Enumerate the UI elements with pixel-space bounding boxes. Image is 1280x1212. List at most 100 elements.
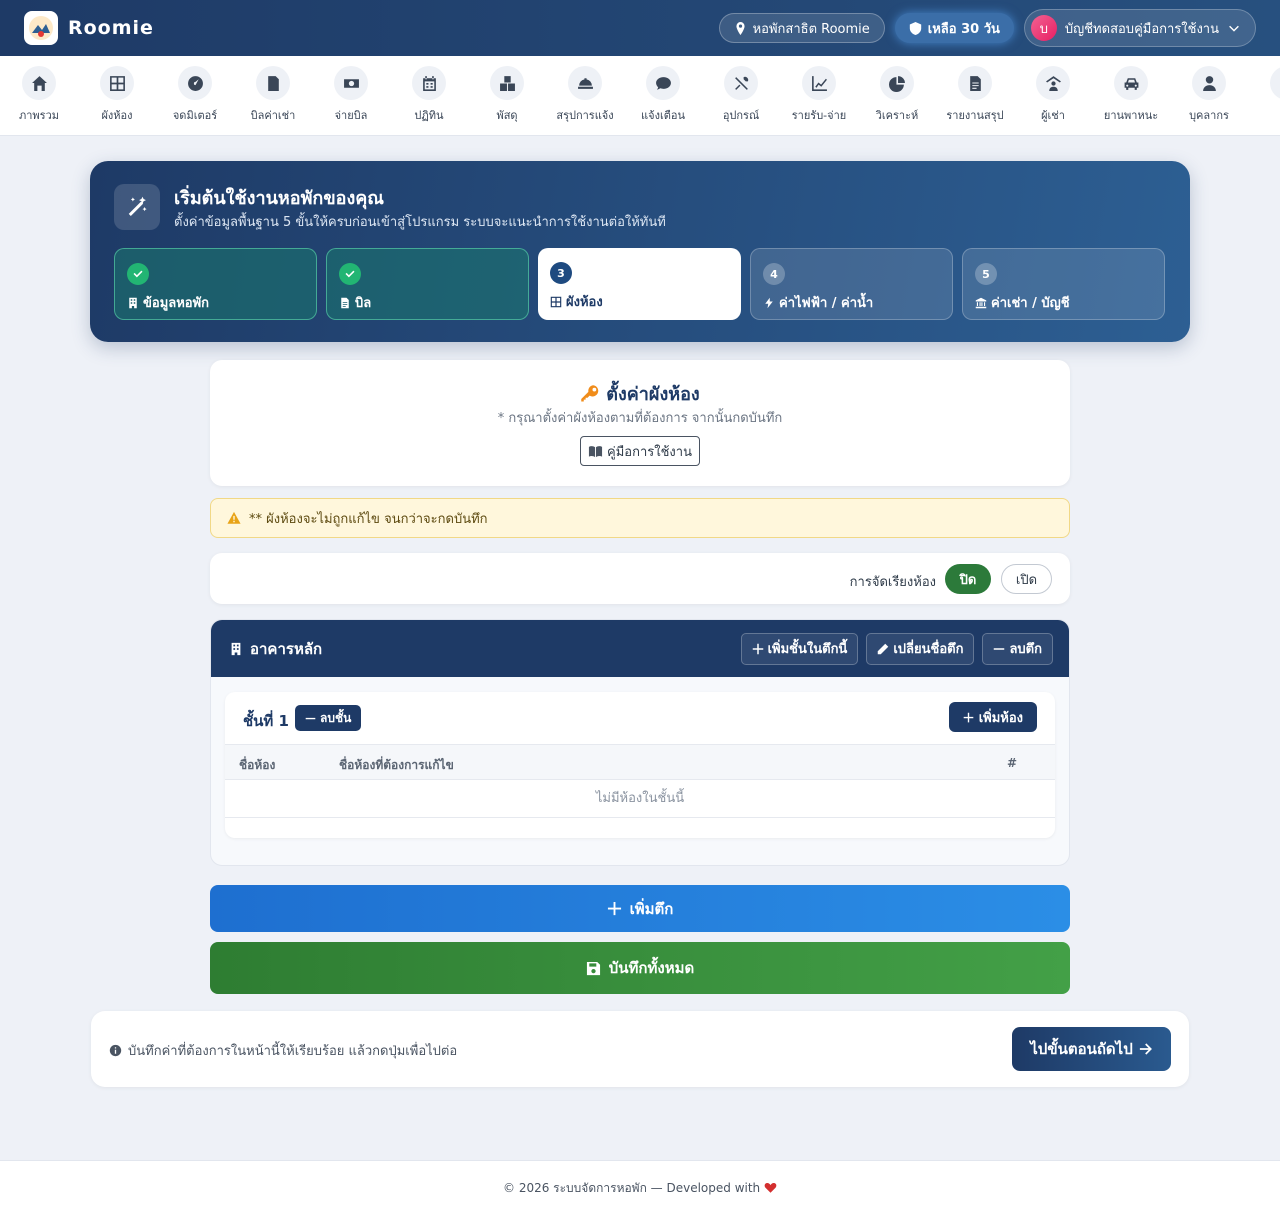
step-dorm-info[interactable]: ข้อมูลหอพัก (114, 248, 317, 320)
logo-house-icon (29, 16, 53, 40)
bank-icon (975, 297, 987, 308)
nav-label: ผู้เช่า (1041, 109, 1065, 122)
room-layout-setup-card: ตั้งค่าผังห้อง * กรุณาตั้งค่าผังห้องตามท… (210, 360, 1070, 486)
room-sort-on-button[interactable]: เปิด (1001, 564, 1052, 594)
room-sort-off-button[interactable]: ปิด (945, 564, 991, 594)
nav-label: แจ้งเตือน (641, 109, 685, 122)
wizard-title: เริ่มต้นใช้งานหอพักของคุณ (174, 188, 384, 209)
magic-wand-icon (128, 196, 147, 216)
nav-item-vehicles[interactable]: ยานพาหนะ (1092, 56, 1170, 135)
step-room-layout[interactable]: 3 ผังห้อง (538, 248, 741, 320)
next-step-hint: บันทึกค่าที่ต้องการในหน้านี้ให้เรียบร้อย… (128, 1044, 458, 1059)
nav-item-parcel[interactable]: พัสดุ (468, 56, 546, 135)
calendar-icon (422, 75, 436, 91)
column-room-rename: ชื่อห้องที่ต้องการแก้ไข (339, 758, 454, 772)
plus-icon (963, 712, 973, 722)
delete-building-button[interactable]: ลบตึก (982, 632, 1053, 665)
tenant-icon (1045, 75, 1061, 91)
delete-floor-label: ลบชั้น (320, 710, 352, 725)
days-remaining: เหลือ 30 วัน (927, 21, 1000, 37)
nav-item-summary-report[interactable]: รายงานสรุป (936, 56, 1014, 135)
money-icon (343, 78, 359, 88)
nav-item-income-expense[interactable]: รายรับ-จ่าย (780, 56, 858, 135)
nav-item-tenants[interactable]: ผู้เช่า (1014, 56, 1092, 135)
step-bill[interactable]: บิล (326, 248, 529, 320)
room-table-header: ชื่อห้อง ชื่อห้องที่ต้องการแก้ไข # (225, 744, 1055, 780)
add-building-button[interactable]: เพิ่มตึก (210, 885, 1070, 932)
building-icon (231, 642, 241, 655)
step-label: บิล (355, 296, 372, 311)
building-name: อาคารหลัก (250, 639, 323, 658)
subscription-days-badge[interactable]: เหลือ 30 วัน (894, 13, 1014, 43)
nav-item-equipment[interactable]: อุปกรณ์ (702, 56, 780, 135)
delete-floor-button[interactable]: ลบชั้น (295, 705, 362, 731)
footer-text: © 2026 ระบบจัดการหอพัก — Developed with (503, 1181, 761, 1195)
nav-item-meter[interactable]: จดมิเตอร์ (156, 56, 234, 135)
roomie-logo[interactable] (24, 11, 58, 45)
wizard-badge (114, 184, 160, 230)
nav-item-staff[interactable]: บุคลากร (1170, 56, 1248, 135)
step-label: ค่าเช่า / บัญชี (991, 296, 1070, 311)
nav-item-more[interactable]: บ (1248, 56, 1280, 135)
add-floor-label: เพิ่มชั้นในตึกนี้ (767, 642, 848, 657)
nav-item-analytics[interactable]: วิเคราะห์ (858, 56, 936, 135)
chat-icon (655, 76, 671, 90)
nav-label: บิลค่าเช่า (250, 109, 296, 122)
save-all-label: บันทึกทั้งหมด (608, 959, 695, 977)
shield-icon (909, 21, 921, 35)
nav-label: ยานพาหนะ (1103, 109, 1159, 122)
step-number-badge: 3 (550, 262, 572, 284)
nav-label: อุปกรณ์ (722, 109, 760, 122)
step-rent-account[interactable]: 5 ค่าเช่า / บัญชี (962, 248, 1165, 320)
add-room-label: เพิ่มห้อง (978, 710, 1023, 726)
user-menu[interactable]: บ บัญชีทดสอบคู่มือการใช้งาน (1023, 9, 1256, 47)
next-step-button[interactable]: ไปขั้นตอนถัดไป (1012, 1027, 1171, 1071)
nav-item-pay-bill[interactable]: จ่ายบิล (312, 56, 390, 135)
nav-item-room-layout[interactable]: ผังห้อง (78, 56, 156, 135)
step-number-badge: 4 (763, 263, 785, 285)
staff-icon (1202, 75, 1216, 91)
nav-label: รายรับ-จ่าย (791, 109, 847, 122)
step-label: ค่าไฟฟ้า / ค่าน้ำ (779, 296, 874, 311)
arrow-right-icon (1139, 1043, 1152, 1055)
column-room-name: ชื่อห้อง (239, 758, 276, 772)
page-footer: © 2026 ระบบจัดการหอพัก — Developed with (0, 1160, 1280, 1212)
nav-item-rent-bill[interactable]: บิลค่าเช่า (234, 56, 312, 135)
nav-item-report-summary[interactable]: สรุปการแจ้ง (546, 56, 624, 135)
invoice-icon (267, 75, 279, 91)
car-icon (1124, 77, 1138, 90)
module-nav: ภาพรวม ผังห้อง จดมิเตอร์ บิลค่าเช่า จ่าย… (0, 56, 1280, 136)
location-pin-icon (736, 21, 745, 35)
next-step-card: บันทึกค่าที่ต้องการในหน้านี้ให้เรียบร้อย… (91, 1011, 1189, 1087)
user-name: บัญชีทดสอบคู่มือการใช้งาน (1064, 21, 1219, 37)
nav-item-calendar[interactable]: ปฏิทิน (390, 56, 468, 135)
add-floor-button[interactable]: เพิ่มชั้นในตึกนี้ (740, 632, 859, 665)
setup-instructions: * กรุณาตั้งค่าผังห้องตามที่ต้องการ จากนั… (497, 411, 783, 426)
nav-label: ภาพรวม (18, 109, 59, 122)
save-all-button[interactable]: บันทึกทั้งหมด (210, 942, 1070, 994)
add-room-button[interactable]: เพิ่มห้อง (948, 702, 1037, 732)
user-guide-label: คู่มือการใช้งาน (607, 444, 692, 460)
warning-text: ** ผังห้องจะไม่ถูกแก้ไข จนกว่าจะกดบันทึก (249, 511, 488, 527)
step-utilities[interactable]: 4 ค่าไฟฟ้า / ค่าน้ำ (750, 248, 953, 320)
home-icon (31, 75, 47, 91)
plus-icon (752, 643, 763, 654)
user-guide-button[interactable]: คู่มือการใช้งาน (580, 436, 700, 466)
building-icon (129, 297, 137, 308)
wizard-steps: ข้อมูลหอพัก บิล 3 ผังห้อง 4 ค่าไฟฟ้า / ค… (114, 248, 1165, 320)
heart-icon (764, 1182, 777, 1193)
dorm-name: หอพักสาธิต Roomie (752, 21, 870, 37)
nav-label: สรุปการแจ้ง (556, 109, 614, 122)
rename-building-button[interactable]: เปลี่ยนชื่อตึก (866, 632, 975, 665)
minus-icon (994, 647, 1005, 650)
building-header: อาคารหลัก เพิ่มชั้นในตึกนี้ เปลี่ยนชื่อต… (211, 620, 1069, 677)
gauge-icon (187, 75, 203, 91)
nav-item-overview[interactable]: ภาพรวม (0, 56, 78, 135)
check-icon (345, 270, 355, 278)
room-sort-label: การจัดเรียงห้อง (849, 575, 936, 590)
dorm-selector[interactable]: หอพักสาธิต Roomie (718, 13, 885, 43)
nav-item-notifications[interactable]: แจ้งเตือน (624, 56, 702, 135)
nav-label: วิเคราะห์ (875, 109, 919, 122)
step-number-badge: 5 (975, 263, 997, 285)
wizard-subtitle: ตั้งค่าข้อมูลพื้นฐาน 5 ขั้นให้ครบก่อนเข้… (174, 215, 666, 230)
